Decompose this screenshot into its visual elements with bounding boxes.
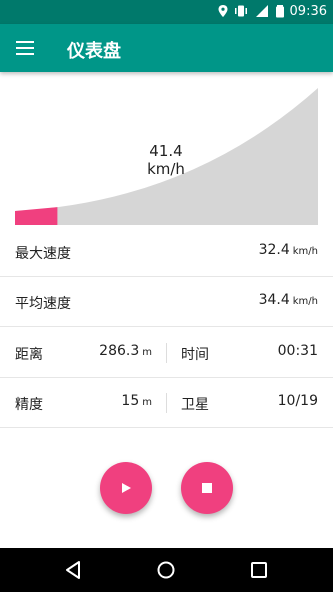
back-icon[interactable] xyxy=(64,560,84,580)
max-speed-value: 32.4 km/h xyxy=(259,242,318,258)
stop-button[interactable] xyxy=(181,462,233,514)
nav-bar xyxy=(0,548,333,592)
column-divider xyxy=(166,393,167,413)
location-icon xyxy=(218,5,228,17)
home-icon[interactable] xyxy=(156,560,176,580)
app-bar: 仪表盘 xyxy=(0,24,333,72)
accuracy-label: 精度 xyxy=(15,397,43,413)
max-speed-label: 最大速度 xyxy=(15,246,71,262)
accuracy-satellite-row: 精度 15 m 卫星 10/19 xyxy=(0,377,333,428)
distance-label: 距离 xyxy=(15,347,43,363)
current-speed: 41.4 km/h xyxy=(106,142,226,178)
distance-time-row: 距离 286.3 m 时间 00:31 xyxy=(0,327,333,378)
accuracy-number: 15 xyxy=(121,393,140,409)
gauge-fill xyxy=(15,207,58,225)
accuracy-value: 15 m xyxy=(121,393,152,409)
satellites-value: 10/19 xyxy=(277,393,318,409)
avg-speed-row: 平均速度 34.4 km/h xyxy=(0,276,333,327)
avg-speed-value: 34.4 km/h xyxy=(259,292,318,308)
signal-icon xyxy=(256,5,268,17)
distance-number: 286.3 xyxy=(99,343,140,359)
current-speed-unit: km/h xyxy=(147,160,185,178)
play-icon xyxy=(122,483,131,493)
recents-icon[interactable] xyxy=(249,560,269,580)
time-label: 时间 xyxy=(181,347,209,363)
distance-value: 286.3 m xyxy=(99,343,152,359)
max-speed-number: 32.4 xyxy=(258,242,290,258)
max-speed-unit: km/h xyxy=(292,246,318,257)
accuracy-unit: m xyxy=(142,397,152,408)
avg-speed-unit: km/h xyxy=(292,296,318,307)
current-speed-value: 41.4 xyxy=(149,142,183,160)
max-speed-row: 最大速度 32.4 km/h xyxy=(0,226,333,277)
time-value: 00:31 xyxy=(277,343,318,359)
clock: 09:36 xyxy=(289,4,327,19)
hamburger-icon[interactable] xyxy=(12,36,38,60)
vibrate-icon xyxy=(235,5,247,17)
avg-speed-number: 34.4 xyxy=(258,292,290,308)
stop-icon xyxy=(202,483,212,493)
avg-speed-label: 平均速度 xyxy=(15,296,71,312)
page-title: 仪表盘 xyxy=(67,41,121,62)
column-divider xyxy=(166,343,167,363)
battery-icon xyxy=(276,5,284,18)
distance-unit: m xyxy=(142,347,152,358)
start-button[interactable] xyxy=(100,462,152,514)
satellites-label: 卫星 xyxy=(181,397,209,413)
status-bar: 09:36 xyxy=(0,0,333,24)
